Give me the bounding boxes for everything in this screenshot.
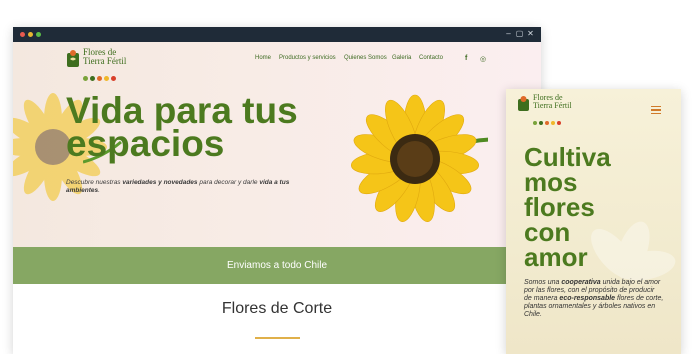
hero-sub-bold: variedades y novedades: [122, 179, 198, 186]
logo-dot: [97, 76, 102, 81]
close-dot-icon[interactable]: [20, 32, 25, 37]
minimize-dot-icon[interactable]: [28, 32, 33, 37]
window-close-icon[interactable]: ✕: [526, 29, 535, 39]
nav-galeria[interactable]: Galeria: [392, 55, 411, 61]
hero-sub-text: .: [98, 187, 100, 194]
logo-dot: [533, 121, 537, 125]
hero-section: Flores de Tierra Fértil Home Productos y…: [13, 42, 541, 247]
section-title: Flores de Corte: [221, 300, 333, 317]
flower-logo-icon: [518, 96, 529, 111]
logo-line2: Tierra Fértil: [83, 56, 127, 66]
window-maximize-icon[interactable]: ▢: [515, 29, 524, 39]
hero-subtitle: Descubre nuestras variedades y novedades…: [66, 179, 321, 195]
mobile-hero-subtitle: Somos una cooperativa unida bajo el amor…: [524, 279, 664, 319]
hero-title-line2: espacios: [66, 123, 225, 164]
mobile-logo-line2: Tierra Fértil: [533, 101, 572, 110]
mobile-logo-dots: [533, 112, 563, 130]
logo-dot: [545, 121, 549, 125]
facebook-icon[interactable]: f: [465, 55, 467, 62]
hero-sub-text: Descubre nuestras: [66, 179, 123, 186]
site-logo[interactable]: Flores de Tierra Fértil: [66, 48, 136, 81]
logo-dots: [83, 68, 118, 81]
logo-dot: [551, 121, 555, 125]
logo-dot: [111, 76, 116, 81]
hamburger-menu-icon[interactable]: [651, 106, 661, 114]
shipping-banner: Enviamos a todo Chile: [13, 247, 541, 284]
nav-productos[interactable]: Productos y servicios: [279, 55, 336, 61]
logo-dot: [90, 76, 95, 81]
nav-contacto[interactable]: Contacto: [419, 55, 443, 61]
hero-title: Vida para tus espacios: [66, 92, 326, 162]
sunflower-right-image: [351, 94, 488, 222]
hero-sub-text: para decorar y darle: [197, 179, 260, 186]
instagram-icon[interactable]: ◎: [480, 55, 486, 63]
mobile-mockup: Flores de Tierra Fértil Cultiva mos flor…: [506, 89, 681, 354]
logo-dot: [539, 121, 543, 125]
logo-dot: [83, 76, 88, 81]
window-minimize-icon[interactable]: –: [504, 29, 513, 39]
browser-titlebar: – ▢ ✕: [13, 27, 541, 42]
mobile-hero-title: Cultiva mos flores con amor: [524, 144, 674, 272]
shipping-banner-text: Enviamos a todo Chile: [226, 260, 328, 271]
flower-logo-icon: [67, 50, 79, 67]
maximize-dot-icon[interactable]: [36, 32, 41, 37]
nav-home[interactable]: Home: [255, 55, 271, 61]
section-title-underline: [255, 337, 300, 339]
desktop-browser-mockup: – ▢ ✕ Flores de Tierra Fértil Home Produ…: [13, 27, 541, 354]
logo-dot: [557, 121, 561, 125]
mobile-sub-bold: eco-responsable: [559, 295, 616, 302]
mobile-sub-bold: cooperativa: [561, 279, 601, 286]
mobile-sub-text: Somos una: [524, 279, 562, 286]
logo-dot: [104, 76, 109, 81]
mobile-title-line: amor: [524, 242, 588, 272]
nav-quienes-somos[interactable]: Quienes Somos: [344, 55, 387, 61]
